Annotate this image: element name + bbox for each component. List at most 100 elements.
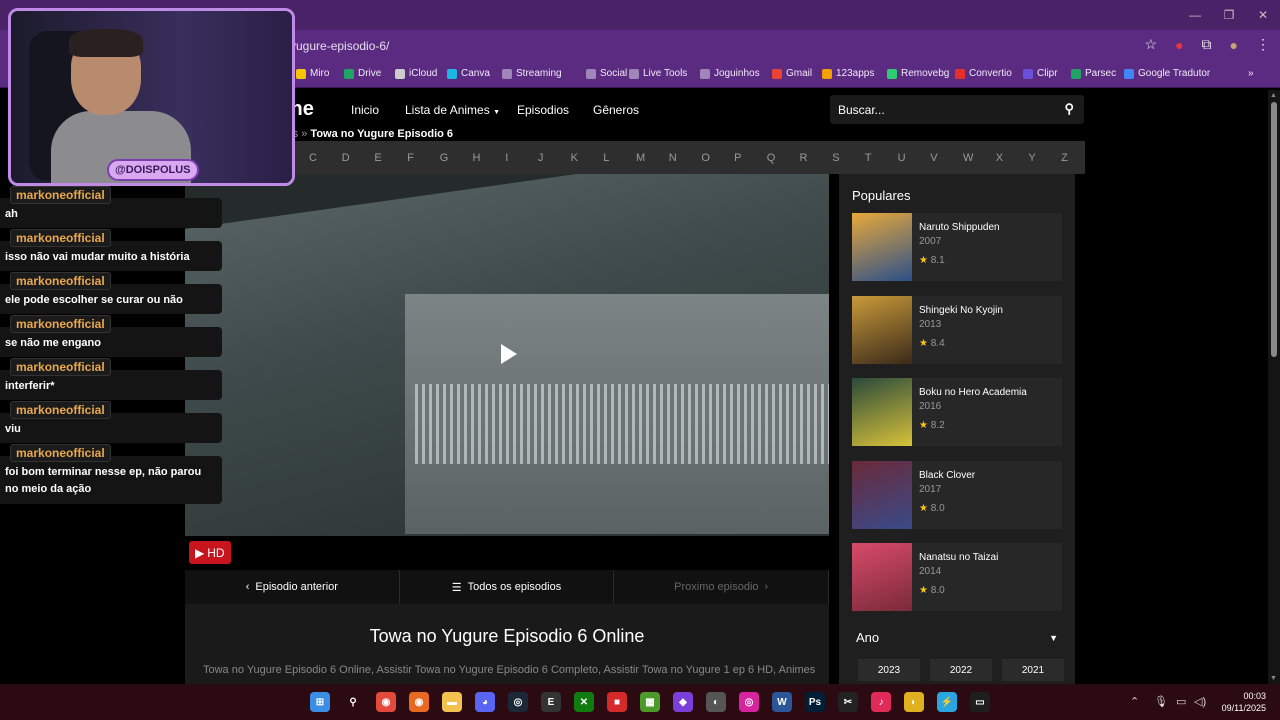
address-bar[interactable]: yugure-episodio-6/ [290,39,389,53]
letter-z[interactable]: Z [1061,152,1068,164]
year-filter-toggle[interactable]: Ano ▼ [856,630,1062,645]
nav-lista-de-animes[interactable]: Lista de Animes ▼ [405,103,500,117]
letter-h[interactable]: H [473,152,481,164]
discord-icon[interactable]: ◕ [475,692,495,712]
anime-poster[interactable] [852,295,912,364]
page-scrollbar[interactable]: ▲ ▼ [1268,90,1280,684]
bookmark-joguinhos[interactable]: Joguinhos [700,68,760,79]
letter-y[interactable]: Y [1028,152,1035,164]
bookmark-parsec[interactable]: Parsec [1071,68,1116,79]
maximize-icon[interactable]: ❐ [1212,0,1246,30]
letter-x[interactable]: X [996,152,1003,164]
bookmark-convertio[interactable]: Convertio [955,68,1012,79]
capcut-icon[interactable]: ✂ [838,692,858,712]
windows-icon[interactable]: ⊞ [310,692,330,712]
scroll-up-icon[interactable]: ▲ [1270,92,1277,99]
nav-generos[interactable]: Gêneros [593,103,639,117]
mic-icon[interactable]: 🎙 [1154,695,1168,708]
letter-d[interactable]: D [342,152,350,164]
bookmark-drive[interactable]: Drive [344,68,381,79]
star-icon[interactable]: ☆ [1145,36,1158,53]
minimize-icon[interactable]: — [1178,0,1212,30]
volume-icon[interactable]: ◁) [1194,695,1206,708]
anime-poster[interactable] [852,543,912,611]
popular-item[interactable]: Naruto Shippuden 2007 ★ 8.1 [852,213,1062,281]
anime-poster[interactable] [852,213,912,281]
bookmark-removebg[interactable]: Removebg [887,68,949,79]
letter-w[interactable]: W [963,152,973,164]
steam-icon[interactable]: ◎ [508,692,528,712]
year-2023[interactable]: 2023 [858,659,920,681]
word-icon[interactable]: W [772,692,792,712]
search-icon[interactable]: ⚲ [1064,101,1074,117]
letter-f[interactable]: F [407,152,414,164]
anime-name[interactable]: Black Clover [919,470,975,481]
menu-icon[interactable]: ⋮ [1256,36,1270,53]
letter-t[interactable]: T [865,152,872,164]
minecraft-icon[interactable]: ▦ [640,692,660,712]
more-bookmarks-icon[interactable]: » [1248,68,1254,79]
hd-button[interactable]: ▶ HD [189,541,231,564]
letter-o[interactable]: O [701,152,710,164]
photoshop-icon[interactable]: Ps [805,692,825,712]
chevron-up-icon[interactable]: ⌃ [1130,695,1139,708]
terminal-icon[interactable]: ▭ [970,692,990,712]
app-purple-icon[interactable]: ◆ [673,692,693,712]
extension-badge-icon[interactable]: ● [1175,37,1183,53]
app-blue-icon[interactable]: ⚡ [937,692,957,712]
bookmark-gmail[interactable]: Gmail [772,68,812,79]
chrome-icon[interactable]: ◉ [376,692,396,712]
letter-e[interactable]: E [374,152,381,164]
letter-s[interactable]: S [832,152,839,164]
obs-icon[interactable]: ◐ [706,692,726,712]
firefox-icon[interactable]: ◉ [409,692,429,712]
explorer-icon[interactable]: ▬ [442,692,462,712]
search-input[interactable]: Buscar... ⚲ [830,95,1084,124]
bookmark-social[interactable]: Social [586,68,627,79]
bookmark-123apps[interactable]: 123apps [822,68,874,79]
year-2021[interactable]: 2021 [1002,659,1064,681]
year-2022[interactable]: 2022 [930,659,992,681]
nav-inicio[interactable]: Inicio [351,103,379,117]
letter-p[interactable]: P [734,152,741,164]
popular-item[interactable]: Nanatsu no Taizai 2014 ★ 8.0 [852,543,1062,611]
letter-c[interactable]: C [309,152,317,164]
close-icon[interactable]: ✕ [1246,0,1280,30]
nav-episodios[interactable]: Episodios [517,103,569,117]
bookmark-live-tools[interactable]: Live Tools [629,68,687,79]
letter-u[interactable]: U [898,152,906,164]
letter-m[interactable]: M [636,152,645,164]
anime-name[interactable]: Nanatsu no Taizai [919,552,998,563]
letter-k[interactable]: K [571,152,578,164]
network-icon[interactable]: ▭ [1176,695,1186,708]
popular-item[interactable]: Shingeki No Kyojin 2013 ★ 8.4 [852,295,1062,364]
popular-item[interactable]: Boku no Hero Academia 2016 ★ 8.2 [852,378,1062,446]
bookmark-streaming[interactable]: Streaming [502,68,562,79]
letter-j[interactable]: J [538,152,544,164]
scroll-down-icon[interactable]: ▼ [1270,675,1277,682]
xbox-icon[interactable]: ✕ [574,692,594,712]
letter-l[interactable]: L [603,152,609,164]
bookmark-google-tradutor[interactable]: Google Tradutor [1124,68,1210,79]
bookmark-clipr[interactable]: Clipr [1023,68,1058,79]
anime-poster[interactable] [852,378,912,446]
popular-item[interactable]: Black Clover 2017 ★ 8.0 [852,460,1062,529]
search-icon[interactable]: ⚲ [343,692,363,712]
tiktok-icon[interactable]: ♪ [871,692,891,712]
letter-q[interactable]: Q [767,152,776,164]
anime-name[interactable]: Naruto Shippuden [919,222,1000,233]
bookmark-icloud[interactable]: iCloud [395,68,437,79]
app-yellow-icon[interactable]: ◐ [904,692,924,712]
prev-episode-button[interactable]: ‹ Episodio anterior [185,570,400,604]
avatar[interactable]: ● [1230,37,1238,53]
epic-icon[interactable]: E [541,692,561,712]
instagram-icon[interactable]: ◎ [739,692,759,712]
video-player[interactable] [185,174,829,536]
letter-i[interactable]: I [505,152,508,164]
clock[interactable]: 00:03 09/11/2025 [1222,690,1266,714]
next-episode-button[interactable]: Proximo episodio › [614,570,830,604]
anime-name[interactable]: Shingeki No Kyojin [919,305,1003,316]
all-episodes-button[interactable]: ☰ Todos os episodios [400,570,615,604]
play-icon[interactable] [501,344,517,364]
app-red-icon[interactable]: ■ [607,692,627,712]
